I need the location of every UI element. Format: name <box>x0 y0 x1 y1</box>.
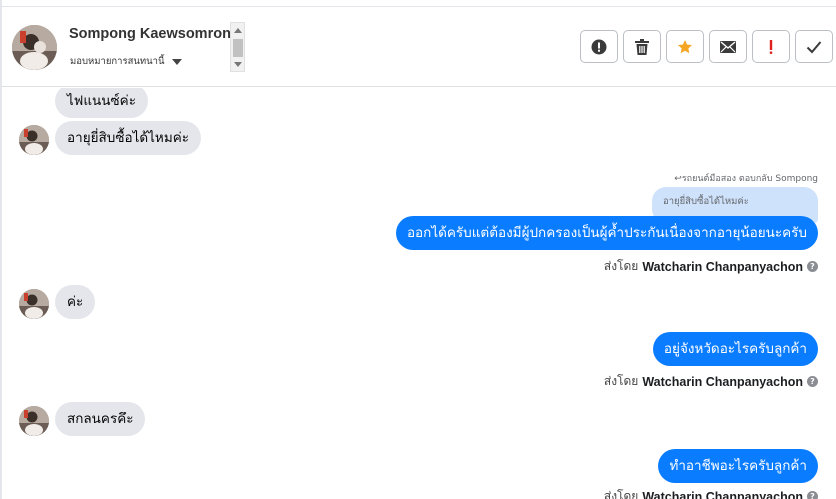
message-incoming[interactable]: อายุยี่สิบซื้อได้ไหมค่ะ <box>55 121 202 155</box>
alert-circle-icon <box>591 39 607 54</box>
message-incoming[interactable]: ค่ะ <box>55 285 96 319</box>
agent-name[interactable]: Watcharin Chanpanyachon <box>642 490 803 499</box>
message-incoming[interactable]: ไฟแนนซ์ค่ะ <box>55 88 148 118</box>
contact-avatar-small[interactable] <box>19 289 49 319</box>
caret-down-icon <box>171 58 182 65</box>
header-scrollbar[interactable] <box>230 22 245 72</box>
delete-button[interactable] <box>623 30 661 63</box>
message-incoming[interactable]: สกลนครคึะ <box>55 402 146 436</box>
help-icon[interactable]: ? <box>807 491 818 499</box>
star-button[interactable] <box>666 30 704 63</box>
sent-by-prefix: ส่งโดย <box>603 259 639 273</box>
envelope-icon <box>720 40 736 53</box>
help-icon[interactable]: ? <box>807 261 818 272</box>
sent-by-line: ส่งโดย Watcharin Chanpanyachon ? <box>604 487 818 499</box>
contact-avatar[interactable] <box>12 25 57 70</box>
message-thread: ไฟแนนซ์ค่ะ อายุยี่สิบซื้อได้ไหมค่ะ ↩รถยน… <box>2 88 836 499</box>
conversation-actions <box>580 30 833 63</box>
help-icon[interactable]: ? <box>807 376 818 387</box>
sent-by-line: ส่งโดย Watcharin Chanpanyachon ? <box>604 372 818 391</box>
agent-name[interactable]: Watcharin Chanpanyachon <box>642 260 803 274</box>
assign-conversation-dropdown[interactable]: มอบหมายการสนทนานี้ <box>70 54 182 69</box>
sent-by-prefix: ส่งโดย <box>603 489 639 499</box>
contact-avatar-small[interactable] <box>19 406 49 436</box>
message-outgoing[interactable]: ทำอาชีพอะไรครับลูกค้า <box>658 449 818 483</box>
scroll-down-arrow-icon[interactable] <box>234 62 242 67</box>
done-button[interactable] <box>795 30 833 63</box>
sent-by-line: ส่งโดย Watcharin Chanpanyachon ? <box>604 257 818 276</box>
important-button[interactable] <box>752 30 790 63</box>
exclamation-icon <box>769 39 773 54</box>
contact-name[interactable]: Sompong Kaewsomrong <box>69 26 240 42</box>
message-outgoing[interactable]: ออกได้ครับแต่ต้องมีผู้ปกครองเป็นผู้ค้ำปร… <box>395 216 818 250</box>
trash-icon <box>635 38 649 55</box>
check-icon <box>806 40 822 53</box>
assign-label: มอบหมายการสนทนานี้ <box>70 56 165 67</box>
conversation-header: Sompong Kaewsomrong มอบหมายการสนทนานี้ <box>2 6 836 87</box>
reply-context-text: รถยนต์มือสอง ตอบกลับ Sompong <box>681 174 818 184</box>
scroll-thumb[interactable] <box>233 39 243 57</box>
sent-by-prefix: ส่งโดย <box>603 374 639 388</box>
agent-name[interactable]: Watcharin Chanpanyachon <box>642 375 803 389</box>
scroll-up-arrow-icon[interactable] <box>234 28 242 33</box>
reply-arrow-icon: ↩ <box>674 174 682 184</box>
star-icon <box>678 39 692 53</box>
message-outgoing[interactable]: อยู่จังหวัดอะไรครับลูกค้า <box>652 332 818 366</box>
reply-context-note: ↩รถยนต์มือสอง ตอบกลับ Sompong <box>674 171 818 185</box>
contact-avatar-small[interactable] <box>19 125 49 155</box>
mail-button[interactable] <box>709 30 747 63</box>
report-button[interactable] <box>580 30 618 63</box>
